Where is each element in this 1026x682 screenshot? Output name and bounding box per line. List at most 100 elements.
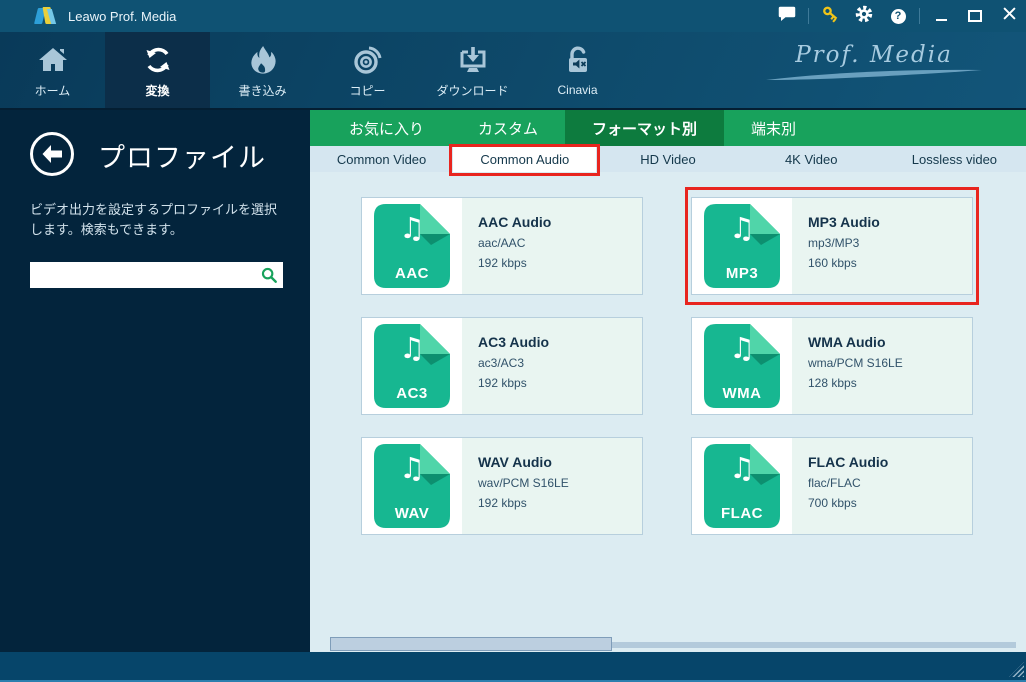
profile-bitrate: 128 kbps bbox=[808, 376, 857, 390]
minimize-button[interactable] bbox=[924, 0, 958, 32]
profile-codec: aac/AAC bbox=[478, 236, 526, 250]
profile-card-ac3[interactable]: ♫ AC3 AC3 Audio ac3/AC3 192 kbps bbox=[361, 317, 643, 415]
nav-item-download[interactable]: ダウンロード bbox=[420, 32, 525, 108]
nav-label: 変換 bbox=[145, 83, 170, 98]
profile-sidebar: プロファイル ビデオ出力を設定するプロファイルを選択します。検索もできます。 bbox=[0, 110, 310, 652]
profile-grid: ♫ AAC AAC Audio aac/AAC 192 kbps ♫ MP3 M… bbox=[361, 187, 1026, 535]
subtab-4k-video[interactable]: 4K Video bbox=[740, 146, 883, 172]
profile-grid-area: ♫ AAC AAC Audio aac/AAC 192 kbps ♫ MP3 M… bbox=[310, 172, 1026, 652]
profile-title: AC3 Audio bbox=[478, 334, 550, 350]
audio-file-icon: ♫ MP3 bbox=[704, 204, 780, 288]
profile-codec: mp3/MP3 bbox=[808, 236, 860, 250]
subtab-label: HD Video bbox=[640, 151, 696, 167]
profile-title: WMA Audio bbox=[808, 334, 886, 350]
close-button[interactable] bbox=[992, 0, 1026, 32]
disc-icon bbox=[351, 42, 385, 78]
audio-file-icon: ♫ FLAC bbox=[704, 444, 780, 528]
tab-custom[interactable]: カスタム bbox=[451, 110, 565, 146]
subtab-common-audio[interactable]: Common Audio bbox=[449, 144, 601, 176]
audio-file-icon: ♫ WMA bbox=[704, 324, 780, 408]
flame-icon bbox=[248, 42, 278, 78]
music-note-icon: ♫ bbox=[399, 211, 425, 245]
music-note-icon: ♫ bbox=[399, 451, 425, 485]
subtab-label: Common Audio bbox=[480, 151, 570, 167]
profile-card-wma[interactable]: ♫ WMA WMA Audio wma/PCM S16LE 128 kbps bbox=[691, 317, 973, 415]
profile-codec: ac3/AC3 bbox=[478, 356, 525, 370]
tab-favorites[interactable]: お気に入り bbox=[322, 110, 451, 146]
subtab-label: 4K Video bbox=[784, 151, 838, 167]
nav-label: ホーム bbox=[34, 83, 71, 98]
profile-codec: wma/PCM S16LE bbox=[808, 356, 903, 370]
titlebar-separator bbox=[808, 8, 809, 24]
maximize-icon bbox=[968, 10, 982, 22]
subtab-common-video[interactable]: Common Video bbox=[310, 146, 453, 172]
nav-item-home[interactable]: ホーム bbox=[0, 32, 105, 108]
music-note-icon: ♫ bbox=[729, 451, 755, 485]
search-icon[interactable] bbox=[258, 266, 280, 284]
profile-card-aac[interactable]: ♫ AAC AAC Audio aac/AAC 192 kbps bbox=[361, 197, 643, 295]
tab-by-device[interactable]: 端末別 bbox=[724, 110, 823, 146]
tab-by-format[interactable]: フォーマット別 bbox=[565, 110, 725, 146]
profile-codec: wav/PCM S16LE bbox=[478, 476, 569, 490]
subtab-label: Common Video bbox=[336, 151, 427, 167]
back-button[interactable] bbox=[30, 132, 74, 176]
subtab-hd-video[interactable]: HD Video bbox=[596, 146, 739, 172]
profile-info: FLAC Audio flac/FLAC 700 kbps bbox=[792, 438, 972, 534]
feedback-button[interactable] bbox=[770, 0, 804, 32]
horizontal-scrollbar-thumb[interactable] bbox=[330, 637, 612, 651]
close-icon bbox=[1002, 7, 1016, 25]
profile-card-mp3[interactable]: ♫ MP3 MP3 Audio mp3/MP3 160 kbps bbox=[685, 187, 979, 305]
convert-icon bbox=[141, 42, 175, 78]
nav-item-copy[interactable]: コピー bbox=[315, 32, 420, 108]
profile-info: WAV Audio wav/PCM S16LE 192 kbps bbox=[462, 438, 642, 534]
profile-card-flac[interactable]: ♫ FLAC FLAC Audio flac/FLAC 700 kbps bbox=[691, 437, 973, 535]
profile-bitrate: 192 kbps bbox=[478, 256, 527, 270]
minimize-icon bbox=[935, 19, 947, 21]
search-box bbox=[30, 262, 283, 288]
gear-icon bbox=[855, 5, 873, 28]
profile-info: AAC Audio aac/AAC 192 kbps bbox=[462, 198, 642, 294]
nav-label: ダウンロード bbox=[436, 83, 509, 98]
format-icon-zone: ♫ WMA bbox=[692, 318, 792, 414]
settings-button[interactable] bbox=[847, 0, 881, 32]
brand-script: Prof. Media bbox=[764, 42, 984, 87]
tab-label: 端末別 bbox=[751, 120, 797, 138]
resize-grip[interactable] bbox=[1009, 662, 1024, 677]
profile-info: WMA Audio wma/PCM S16LE 128 kbps bbox=[792, 318, 972, 414]
audio-file-icon: ♫ WAV bbox=[374, 444, 450, 528]
nav-item-burn[interactable]: 書き込み bbox=[210, 32, 315, 108]
sidebar-title: プロファイル bbox=[98, 143, 266, 173]
app-window: Leawo Prof. Media ? ホーム 変換 書き込み コピー ダウンロ… bbox=[0, 0, 1026, 682]
profile-title: FLAC Audio bbox=[808, 454, 889, 470]
format-icon-zone: ♫ MP3 bbox=[692, 198, 792, 294]
music-note-icon: ♫ bbox=[399, 331, 425, 365]
key-icon bbox=[821, 4, 840, 28]
unlocked-mute-icon bbox=[562, 43, 594, 79]
tab-label: フォーマット別 bbox=[592, 120, 698, 138]
format-badge: AAC bbox=[395, 265, 429, 282]
tab-label: お気に入り bbox=[349, 120, 425, 138]
nav-label: 書き込み bbox=[238, 83, 287, 98]
profile-card-wav[interactable]: ♫ WAV WAV Audio wav/PCM S16LE 192 kbps bbox=[361, 437, 643, 535]
register-button[interactable] bbox=[813, 0, 847, 32]
format-icon-zone: ♫ WAV bbox=[362, 438, 462, 534]
search-input[interactable] bbox=[36, 263, 258, 287]
audio-file-icon: ♫ AC3 bbox=[374, 324, 450, 408]
profile-info: MP3 Audio mp3/MP3 160 kbps bbox=[792, 198, 972, 294]
profile-title: AAC Audio bbox=[478, 214, 552, 230]
format-badge: WAV bbox=[394, 505, 430, 522]
chat-bubble-icon bbox=[778, 5, 796, 27]
leawo-logo-icon bbox=[34, 7, 58, 25]
help-button[interactable]: ? bbox=[881, 0, 915, 32]
subtab-lossless-video[interactable]: Lossless video bbox=[883, 146, 1026, 172]
nav-item-cinavia[interactable]: Cinavia bbox=[525, 32, 630, 108]
maximize-button[interactable] bbox=[958, 0, 992, 32]
nav-item-convert[interactable]: 変換 bbox=[105, 32, 210, 108]
profile-pane: お気に入り カスタム フォーマット別 端末別 Common Video Comm… bbox=[310, 110, 1026, 652]
format-icon-zone: ♫ AC3 bbox=[362, 318, 462, 414]
audio-file-icon: ♫ AAC bbox=[374, 204, 450, 288]
format-badge: MP3 bbox=[725, 265, 759, 282]
profile-title: WAV Audio bbox=[478, 454, 552, 470]
status-footer bbox=[0, 652, 1026, 682]
back-arrow-icon bbox=[42, 145, 62, 163]
